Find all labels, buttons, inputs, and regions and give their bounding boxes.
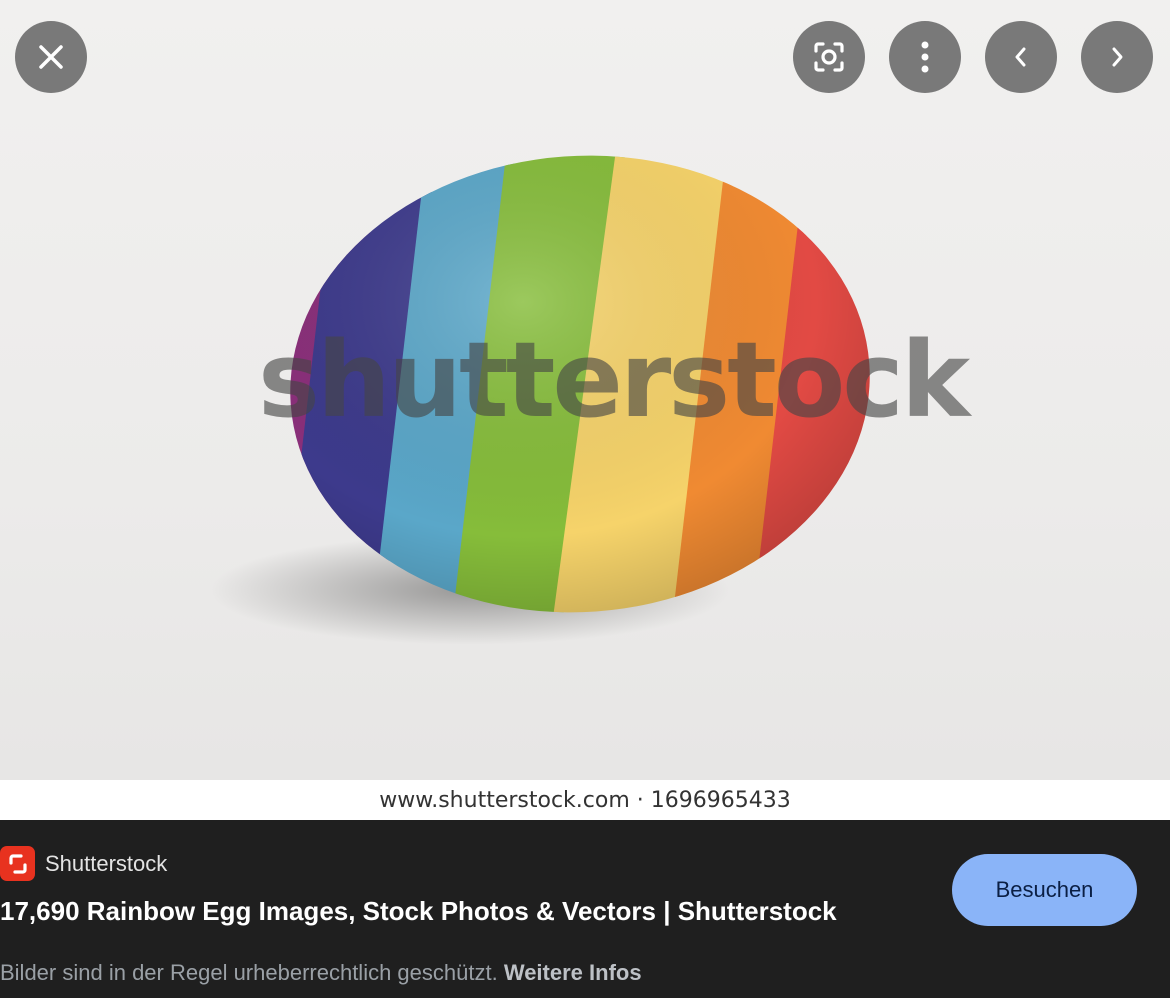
watermark: shutterstock <box>258 319 970 441</box>
close-icon <box>39 45 63 69</box>
source-name[interactable]: Shutterstock <box>45 851 167 877</box>
lens-search-button[interactable] <box>793 21 865 93</box>
previous-image-button[interactable] <box>985 21 1057 93</box>
lens-search-icon <box>814 42 844 72</box>
source-link[interactable]: Shutterstock <box>0 846 167 881</box>
result-title-link[interactable]: 17,690 Rainbow Egg Images, Stock Photos … <box>0 896 837 927</box>
image-caption: www.shutterstock.com · 1696965433 <box>0 780 1170 820</box>
more-info-link[interactable]: Weitere Infos <box>504 960 642 985</box>
copyright-text: Bilder sind in der Regel urheberrechtlic… <box>0 960 504 985</box>
image-caption-text: www.shutterstock.com · 1696965433 <box>379 787 791 813</box>
shutterstock-logo-icon <box>0 846 35 881</box>
chevron-right-icon <box>1112 47 1123 67</box>
close-button[interactable] <box>15 21 87 93</box>
more-options-button[interactable] <box>889 21 961 93</box>
image-preview: shutterstock www.shutterstock.com · 1696… <box>0 0 1170 820</box>
copyright-notice: Bilder sind in der Regel urheberrechtlic… <box>0 960 642 986</box>
chevron-left-icon <box>1015 47 1026 67</box>
next-image-button[interactable] <box>1081 21 1153 93</box>
visit-button[interactable]: Besuchen <box>952 854 1137 926</box>
more-vert-icon <box>921 41 929 73</box>
